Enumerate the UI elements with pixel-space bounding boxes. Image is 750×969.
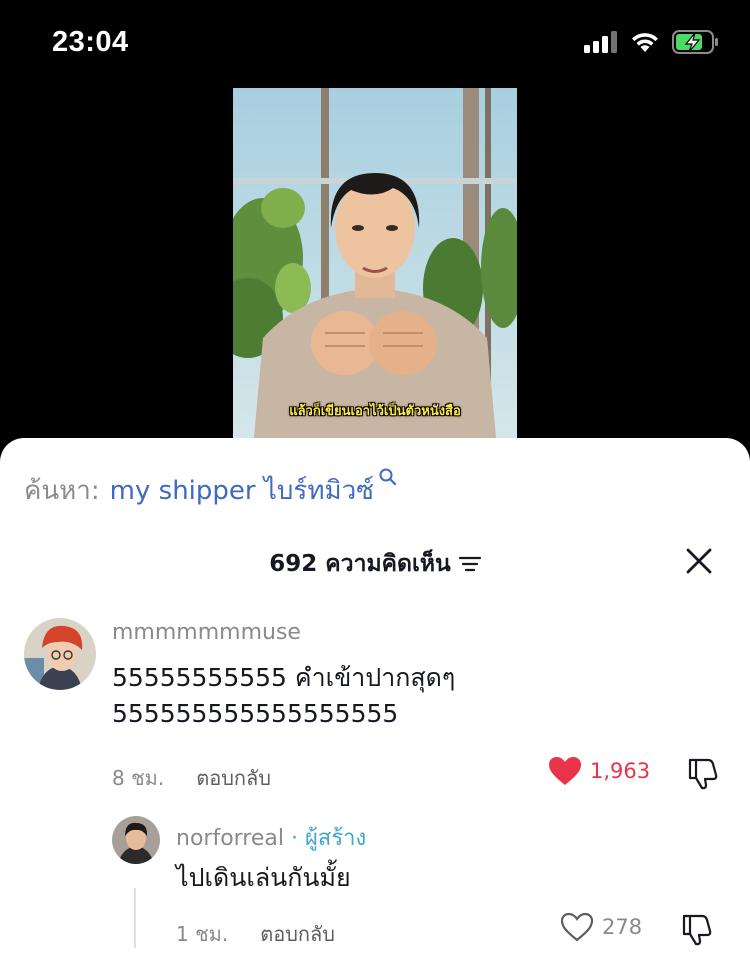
heart-outline-icon <box>560 912 594 942</box>
reply-button[interactable]: ตอบกลับ <box>260 918 335 950</box>
comment-text-line: 555555555555555555 <box>112 699 399 728</box>
comment-meta: 8 ชม. ตอบกลับ <box>112 762 271 794</box>
comment-count-row: 692 ความคิดเห็น <box>0 546 750 582</box>
reply-thread-line <box>134 888 136 948</box>
status-icons <box>584 30 720 54</box>
comment-text-line: 55555555555 คำเข้าปากสุดๆ <box>112 663 456 692</box>
status-time: 23:04 <box>52 26 129 58</box>
reply-meta: 1 ชม. ตอบกลับ <box>176 918 335 950</box>
like-count: 278 <box>602 915 643 939</box>
wifi-icon <box>632 33 658 52</box>
creator-badge: · ผู้สร้าง <box>284 826 367 851</box>
search-suggestion[interactable]: ค้นหา: my shipper ไบร์ทมิวซ์ <box>24 467 398 511</box>
comment-username[interactable]: mmmmmmmuse <box>112 620 301 645</box>
comment-time: 8 ชม. <box>112 766 165 790</box>
sort-filter-icon[interactable] <box>458 555 481 573</box>
video-subtitle: แล้วก็เขียนเอาไว้เป็นตัวหนังสือ <box>289 404 461 419</box>
avatar-image <box>24 618 96 690</box>
search-term-link[interactable]: my shipper ไบร์ทมิวซ์ <box>110 470 374 511</box>
heart-filled-icon <box>549 757 581 785</box>
like-button[interactable]: 278 <box>560 912 642 942</box>
avatar-image <box>112 816 160 864</box>
comment-text: 55555555555 คำเข้าปากสุดๆ 55555555555555… <box>112 660 455 732</box>
reply-time: 1 ชม. <box>176 922 229 946</box>
like-count: 1,963 <box>590 759 651 783</box>
comments-header: 692 ความคิดเห็น <box>0 542 750 582</box>
search-icon[interactable] <box>378 467 398 487</box>
comment-count-label: 692 ความคิดเห็น <box>269 551 451 577</box>
reply-username-row: norforreal · ผู้สร้าง <box>176 820 366 855</box>
video-thumbnail-image <box>233 88 517 448</box>
status-bar: 23:04 <box>0 0 750 88</box>
video-frame[interactable]: แล้วก็เขียนเอาไว้เป็นตัวหนังสือ <box>233 88 517 448</box>
close-icon[interactable] <box>684 546 714 576</box>
cellular-signal-icon <box>584 31 617 53</box>
dislike-icon[interactable] <box>686 756 720 790</box>
reply-button[interactable]: ตอบกลับ <box>196 762 271 794</box>
reply-text: ไปเดินเล่นกันมั้ย <box>176 863 351 892</box>
search-prefix: ค้นหา: <box>24 476 100 506</box>
avatar[interactable] <box>112 816 160 864</box>
avatar[interactable] <box>24 618 96 690</box>
like-button[interactable]: 1,963 <box>548 756 650 786</box>
battery-charging-icon <box>672 30 718 54</box>
video-player[interactable]: แล้วก็เขียนเอาไว้เป็นตัวหนังสือ <box>0 88 750 448</box>
dislike-icon[interactable] <box>680 912 714 946</box>
comments-sheet: ค้นหา: my shipper ไบร์ทมิวซ์ 692 ความคิด… <box>0 438 750 969</box>
reply-username[interactable]: norforreal <box>176 826 284 851</box>
